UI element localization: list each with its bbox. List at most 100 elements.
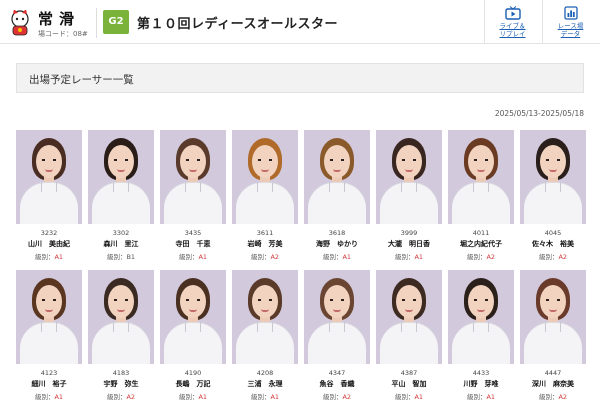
venue-data-label-1: レース場 xyxy=(557,22,584,30)
racer-photo[interactable] xyxy=(160,270,226,364)
racer-photo[interactable] xyxy=(520,270,586,364)
class-label: 級別： xyxy=(538,253,559,261)
section-heading-box: 出場予定レーサー一覧 xyxy=(16,63,584,93)
racer-number: 4347 xyxy=(328,369,346,377)
racer-class: 級別：A2 xyxy=(520,251,586,261)
date-range: 2025/05/13-2025/05/18 xyxy=(494,109,584,118)
racer-number: 4045 xyxy=(544,229,562,237)
racer-card[interactable]: 4011 堀之内紀代子 級別：A2 xyxy=(448,130,514,262)
class-label: 級別： xyxy=(538,393,559,401)
racer-class: 級別：A1 xyxy=(160,391,226,401)
racer-card[interactable]: 4447 深川 麻奈美級別：A2 xyxy=(520,270,586,402)
racer-number: 4208 xyxy=(256,369,274,377)
class-value: A1 xyxy=(342,253,352,261)
class-value: A1 xyxy=(414,393,424,401)
racer-number: 4447 xyxy=(544,369,562,377)
racer-name[interactable]: 森川 里江 xyxy=(88,239,154,249)
racer-name[interactable]: 岩崎 芳美 xyxy=(232,239,298,249)
racer-class: 級別：A1 xyxy=(160,251,226,261)
racer-name[interactable]: 山川 美由紀 xyxy=(16,239,82,249)
racer-number: 3618 xyxy=(328,229,346,237)
racer-number: 4183 xyxy=(112,369,130,377)
racer-class: 級別：A1 xyxy=(16,251,82,261)
racer-class: 級別：A1 xyxy=(16,391,82,401)
venue-code: 場コード：08# xyxy=(38,30,88,38)
racer-card[interactable]: 4190 長嶋 万記級別：A1 xyxy=(160,270,226,402)
racer-photo[interactable] xyxy=(448,270,514,364)
racer-card[interactable]: 4387 平山 智加 級別：A1 xyxy=(376,270,442,402)
class-value: A2 xyxy=(270,253,280,261)
class-label: 級別： xyxy=(322,253,343,261)
racer-photo[interactable] xyxy=(304,130,370,224)
racer-photo[interactable] xyxy=(16,270,82,364)
racer-photo[interactable] xyxy=(520,130,586,224)
racer-card[interactable]: 4347 魚谷 香織 級別：A2 xyxy=(304,270,370,402)
racer-card[interactable]: 3302 森川 里江 級別：B1 xyxy=(88,130,154,262)
venue-data-button[interactable]: レース場 データ xyxy=(542,0,598,44)
maneki-neko-logo-icon[interactable] xyxy=(8,10,32,36)
racer-number: 4011 xyxy=(472,229,490,237)
racer-name[interactable]: 平山 智加 xyxy=(376,379,442,389)
racer-card[interactable]: 4123 細川 裕子 級別：A1 xyxy=(16,270,82,402)
chart-icon xyxy=(563,6,578,20)
racer-class: 級別：A2 xyxy=(448,251,514,261)
racer-photo[interactable] xyxy=(304,270,370,364)
class-value: A1 xyxy=(54,253,64,261)
racer-card[interactable]: 3232 山川 美由紀 級別：A1 xyxy=(16,130,82,262)
racer-card[interactable]: 4433 川野 芽唯級別：A1 xyxy=(448,270,514,402)
race-title: 第１０回レディースオールスター xyxy=(137,17,338,32)
racer-class: 級別：A2 xyxy=(232,251,298,261)
racer-name[interactable]: 長嶋 万記 xyxy=(160,379,226,389)
racer-name[interactable]: 寺田 千恵 xyxy=(160,239,226,249)
racer-name[interactable]: 深川 麻奈美 xyxy=(520,379,586,389)
racer-card[interactable]: 3999 大瀧 明日香 級別：A1 xyxy=(376,130,442,262)
racer-card[interactable]: 3618 海野 ゆかり級別：A1 xyxy=(304,130,370,262)
racer-card[interactable]: 4183 宇野 弥生級別：A2 xyxy=(88,270,154,402)
class-label: 級別： xyxy=(250,393,271,401)
live-replay-button[interactable]: ライブ＆ リプレイ xyxy=(484,0,540,44)
racer-name[interactable]: 川野 芽唯 xyxy=(448,379,514,389)
class-label: 級別： xyxy=(250,253,271,261)
racer-number: 4433 xyxy=(472,369,490,377)
racer-number: 3611 xyxy=(256,229,274,237)
racer-number: 4190 xyxy=(184,369,202,377)
racer-photo[interactable] xyxy=(232,130,298,224)
racer-card[interactable]: 3611 岩崎 芳美級別：A2 xyxy=(232,130,298,262)
racer-name[interactable]: 宇野 弥生 xyxy=(88,379,154,389)
class-value: A1 xyxy=(270,393,280,401)
class-label: 級別： xyxy=(466,253,487,261)
racer-class: 級別：A1 xyxy=(448,391,514,401)
class-value: A1 xyxy=(198,393,208,401)
racer-card[interactable]: 4045 佐々木 裕美 級別：A2 xyxy=(520,130,586,262)
racer-name[interactable]: 堀之内紀代子 xyxy=(448,239,514,249)
class-value: A2 xyxy=(126,393,136,401)
racer-name[interactable]: 細川 裕子 xyxy=(16,379,82,389)
live-replay-label-1: ライブ＆ xyxy=(499,22,526,30)
racer-name[interactable]: 三浦 永理 xyxy=(232,379,298,389)
racer-photo[interactable] xyxy=(16,130,82,224)
racer-photo[interactable] xyxy=(88,130,154,224)
grade-badge: G2 xyxy=(103,10,129,34)
racer-photo[interactable] xyxy=(232,270,298,364)
racer-class: 級別：B1 xyxy=(88,251,154,261)
racer-name[interactable]: 大瀧 明日香 xyxy=(376,239,442,249)
racer-name[interactable]: 魚谷 香織 xyxy=(304,379,370,389)
class-label: 級別： xyxy=(322,393,343,401)
racer-name[interactable]: 海野 ゆかり xyxy=(304,239,370,249)
class-label: 級別： xyxy=(466,393,487,401)
racer-card[interactable]: 4208 三浦 永理級別：A1 xyxy=(232,270,298,402)
class-label: 級別： xyxy=(34,253,55,261)
class-value: A2 xyxy=(558,393,568,401)
racer-photo[interactable] xyxy=(160,130,226,224)
racer-photo[interactable] xyxy=(376,270,442,364)
racer-class: 級別：A1 xyxy=(232,391,298,401)
venue-name[interactable]: 常滑 xyxy=(38,8,80,29)
racer-photo[interactable] xyxy=(448,130,514,224)
racer-class: 級別：A1 xyxy=(376,391,442,401)
racer-photo[interactable] xyxy=(88,270,154,364)
racer-name[interactable]: 佐々木 裕美 xyxy=(520,239,586,249)
racer-class: 級別：A2 xyxy=(88,391,154,401)
racer-photo[interactable] xyxy=(376,130,442,224)
racer-card[interactable]: 3435 寺田 千恵 級別：A1 xyxy=(160,130,226,262)
racer-number: 3232 xyxy=(40,229,58,237)
